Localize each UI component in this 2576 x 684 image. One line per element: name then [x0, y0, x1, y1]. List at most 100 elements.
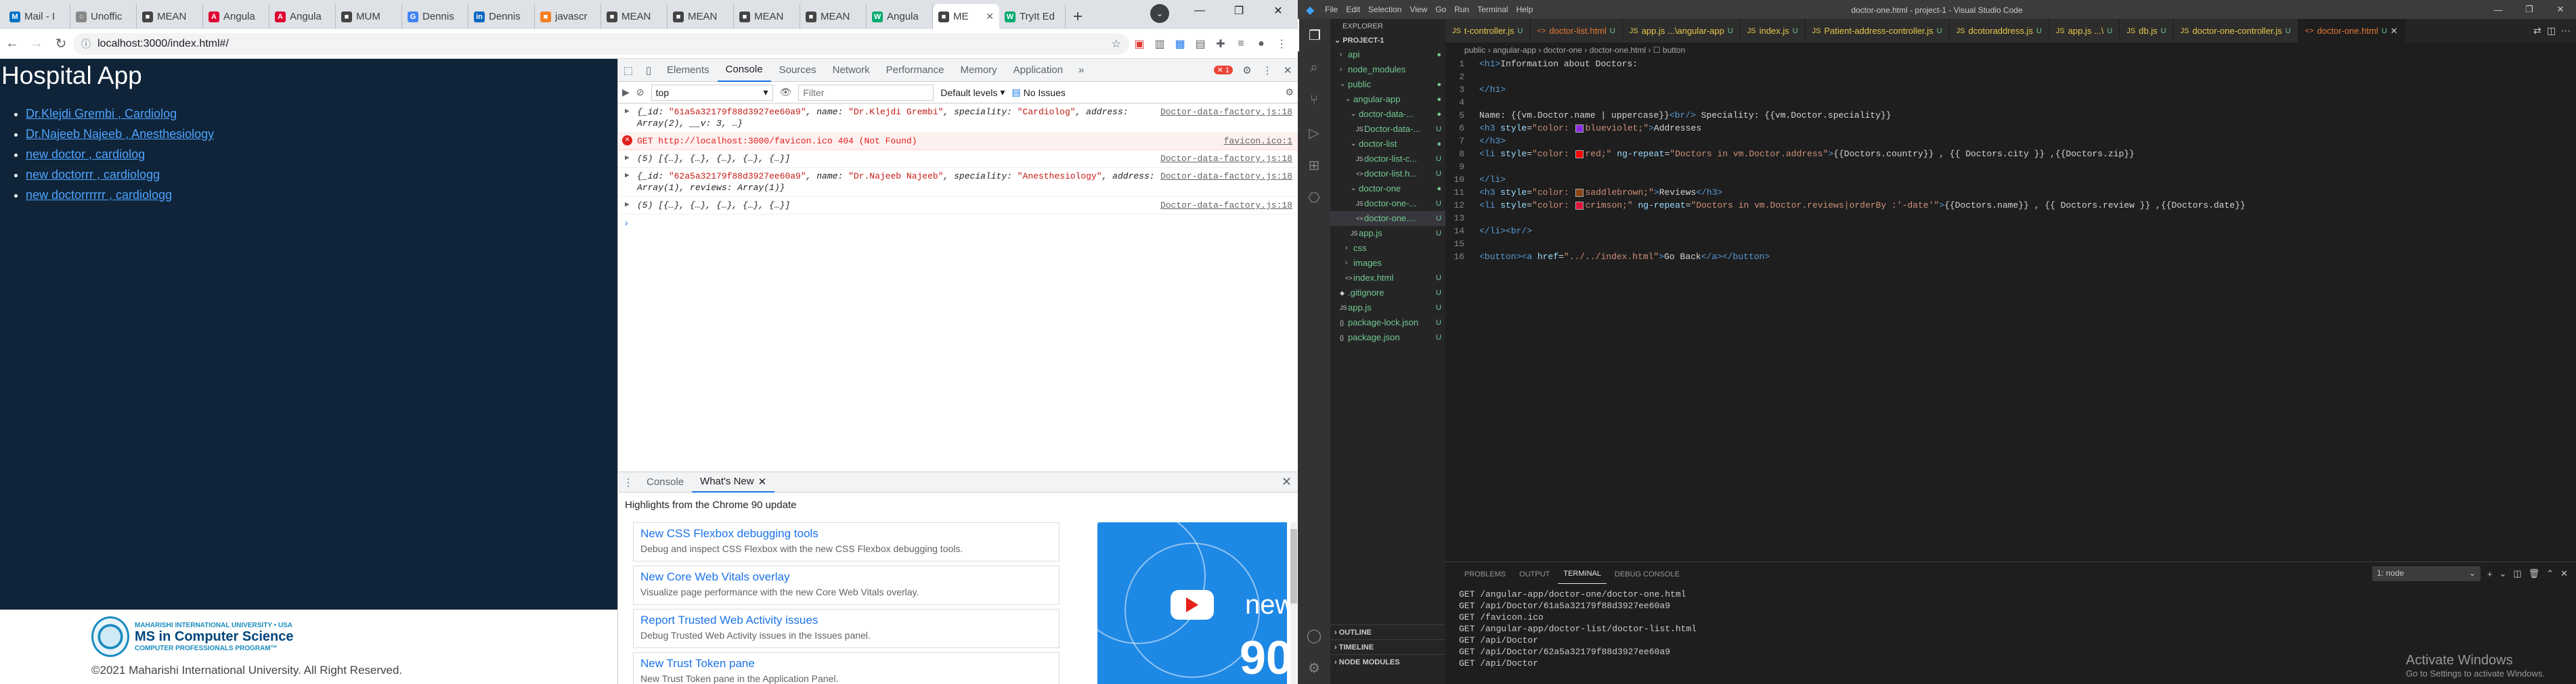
- console-source-link[interactable]: Doctor-data-factory.js:18: [1160, 170, 1292, 182]
- console-prompt[interactable]: ›: [618, 214, 1298, 231]
- extension-dark-icon[interactable]: ▤: [1190, 34, 1210, 54]
- file-item[interactable]: <> doctor-one.... U: [1330, 211, 1445, 226]
- browser-tab[interactable]: ■ MEAN: [668, 4, 734, 29]
- close-panel-icon[interactable]: ✕: [2560, 568, 2568, 579]
- editor-tab[interactable]: JS dcotoraddress.js U: [1949, 19, 2049, 43]
- doctor-link[interactable]: new doctorrr , cardiologg: [26, 168, 160, 181]
- close-tab-icon[interactable]: ✕: [758, 476, 767, 488]
- drawer-scrollbar[interactable]: [1290, 522, 1297, 684]
- kill-terminal-icon[interactable]: 🗑: [2529, 568, 2540, 579]
- whats-new-item[interactable]: Report Trusted Web Activity issues Debug …: [633, 609, 1060, 648]
- browser-tab[interactable]: ■ javascr: [535, 4, 601, 29]
- whats-new-video-thumbnail[interactable]: new 90: [1097, 522, 1287, 684]
- browser-tab[interactable]: ■ MUM: [336, 4, 402, 29]
- run-debug-icon[interactable]: ▷: [1298, 116, 1330, 149]
- browser-tab[interactable]: W TryIt Ed: [999, 4, 1066, 29]
- folder-item[interactable]: › images: [1330, 256, 1445, 271]
- browser-tab[interactable]: ■ MEAN: [137, 4, 203, 29]
- expand-triangle-icon[interactable]: ▶: [625, 200, 630, 211]
- menu-view[interactable]: View: [1410, 5, 1427, 14]
- maximize-icon[interactable]: ❐: [2514, 0, 2545, 19]
- close-tab-icon[interactable]: ✕: [2391, 26, 2398, 37]
- browser-tab[interactable]: G Dennis: [402, 4, 468, 29]
- file-item[interactable]: JS app.js U: [1330, 226, 1445, 241]
- settings-gear-icon[interactable]: ⚙: [1237, 59, 1257, 82]
- extension-blue-icon[interactable]: ▦: [1170, 34, 1190, 54]
- devtools-tab-network[interactable]: Network: [825, 59, 878, 82]
- editor-tab[interactable]: JS app.js ...\ U: [2049, 19, 2120, 43]
- console-source-link[interactable]: Doctor-data-factory.js:18: [1160, 106, 1292, 118]
- devtools-tab-performance[interactable]: Performance: [878, 59, 953, 82]
- account-icon[interactable]: ◯: [1298, 619, 1330, 652]
- drawer-menu-icon[interactable]: ⋮: [618, 471, 638, 494]
- browser-tab[interactable]: ■ MEAN: [601, 4, 668, 29]
- menu-terminal[interactable]: Terminal: [1477, 5, 1508, 14]
- console-message[interactable]: ▶ (5) [{…}, {…}, {…}, {…}, {…}] Doctor-dat…: [618, 197, 1298, 214]
- info-icon[interactable]: ⓘ: [81, 37, 91, 51]
- browser-tab[interactable]: ■ ME ✕: [933, 4, 999, 29]
- code-editor[interactable]: 1 <h1>Information about Doctors: 2 3 </h1> 4 5…: [1445, 58, 2576, 263]
- color-swatch[interactable]: [1575, 201, 1584, 210]
- file-item[interactable]: <> doctor-list.h... U: [1330, 166, 1445, 181]
- panel-tab-problems[interactable]: PROBLEMS: [1459, 565, 1511, 584]
- extension-icon[interactable]: ▥: [1150, 34, 1170, 54]
- maximize-icon[interactable]: ❐: [1219, 0, 1259, 22]
- browser-tab[interactable]: A Angula: [269, 4, 336, 29]
- editor-tab[interactable]: JS t-controller.js U: [1445, 19, 1531, 43]
- folder-item[interactable]: ⌄ doctor-one ●: [1330, 181, 1445, 196]
- context-select[interactable]: top ▾: [651, 84, 773, 101]
- browser-tab[interactable]: ○ Unoffic: [70, 4, 137, 29]
- panel-tab-debug-console[interactable]: DEBUG CONSOLE: [1609, 565, 1685, 584]
- file-item[interactable]: JS doctor-one-... U: [1330, 196, 1445, 211]
- close-tab-icon[interactable]: ✕: [986, 11, 994, 22]
- doctor-link[interactable]: Dr.Najeeb Najeeb , Anesthesiology: [26, 127, 214, 141]
- browser-tab[interactable]: W Angula: [867, 4, 933, 29]
- menu-help[interactable]: Help: [1516, 5, 1533, 14]
- live-expression-eye-icon[interactable]: 👁: [780, 87, 792, 98]
- close-window-icon[interactable]: ✕: [2545, 0, 2576, 19]
- explorer-section[interactable]: › NODE MODULES: [1330, 654, 1445, 669]
- chrome-menu-icon[interactable]: ⋮: [1271, 34, 1292, 54]
- reading-list-icon[interactable]: ≡: [1231, 34, 1251, 54]
- editor-tab[interactable]: JS app.js ...\angular-app U: [1622, 19, 1741, 43]
- remote-explorer-icon[interactable]: ⎔: [1298, 181, 1330, 214]
- whats-new-title[interactable]: Report Trusted Web Activity issues: [640, 614, 1052, 627]
- folder-item[interactable]: ⌄ doctor-data-... ●: [1330, 107, 1445, 122]
- doctor-link[interactable]: new doctor , cardiolog: [26, 147, 145, 161]
- console-message[interactable]: ▶ (5) [{…}, {…}, {…}, {…}, {…}] Doctor-dat…: [618, 150, 1298, 168]
- inspect-element-icon[interactable]: ⬚: [618, 59, 638, 82]
- maximize-panel-icon[interactable]: ⌃: [2546, 568, 2554, 579]
- terminal-select[interactable]: 1: node ⌄: [2372, 566, 2481, 581]
- editor-tab[interactable]: JS Patient-address-controller.js U: [1805, 19, 1950, 43]
- color-swatch[interactable]: [1575, 150, 1584, 158]
- split-terminal-icon[interactable]: ◫: [2513, 568, 2521, 579]
- sidebar-toggle-icon[interactable]: ▶: [622, 87, 630, 98]
- youtube-play-icon[interactable]: [1171, 590, 1214, 620]
- forward-arrow-icon[interactable]: →: [24, 32, 49, 56]
- file-item[interactable]: {} package-lock.json U: [1330, 315, 1445, 330]
- file-item[interactable]: JS Doctor-data-... U: [1330, 122, 1445, 137]
- devtools-tab-memory[interactable]: Memory: [953, 59, 1005, 82]
- project-root[interactable]: ⌄ PROJECT-1: [1330, 34, 1445, 47]
- search-icon[interactable]: ⌕: [1298, 51, 1330, 84]
- color-swatch[interactable]: [1575, 188, 1584, 197]
- error-count-badge[interactable]: ✕ 1: [1213, 66, 1233, 74]
- folder-item[interactable]: › css: [1330, 241, 1445, 256]
- doctor-link[interactable]: new doctorrrrrr , cardiologg: [26, 188, 172, 202]
- expand-triangle-icon[interactable]: ▶: [625, 153, 630, 164]
- console-message[interactable]: ▶ {_id: "62a5a32179f88d3927ee60a9", name:…: [618, 168, 1298, 197]
- whats-new-title[interactable]: New Trust Token pane: [640, 657, 1052, 670]
- console-source-link[interactable]: Doctor-data-factory.js:18: [1160, 153, 1292, 164]
- source-control-icon[interactable]: ⑂: [1298, 84, 1330, 116]
- back-arrow-icon[interactable]: ←: [0, 32, 24, 56]
- menu-edit[interactable]: Edit: [1346, 5, 1360, 14]
- terminal-dropdown-icon[interactable]: ⌄: [2499, 568, 2506, 579]
- file-item[interactable]: <> index.html U: [1330, 271, 1445, 286]
- whats-new-item[interactable]: New Trust Token pane New Trust Token pane…: [633, 652, 1060, 684]
- devtools-tab-application[interactable]: Application: [1005, 59, 1071, 82]
- devtools-close-icon[interactable]: ✕: [1278, 59, 1298, 82]
- devtools-tab-console[interactable]: Console: [717, 59, 771, 82]
- devtools-tab-elements[interactable]: Elements: [659, 59, 718, 82]
- console-filter-input[interactable]: [798, 84, 934, 101]
- browser-tab[interactable]: A Angula: [203, 4, 269, 29]
